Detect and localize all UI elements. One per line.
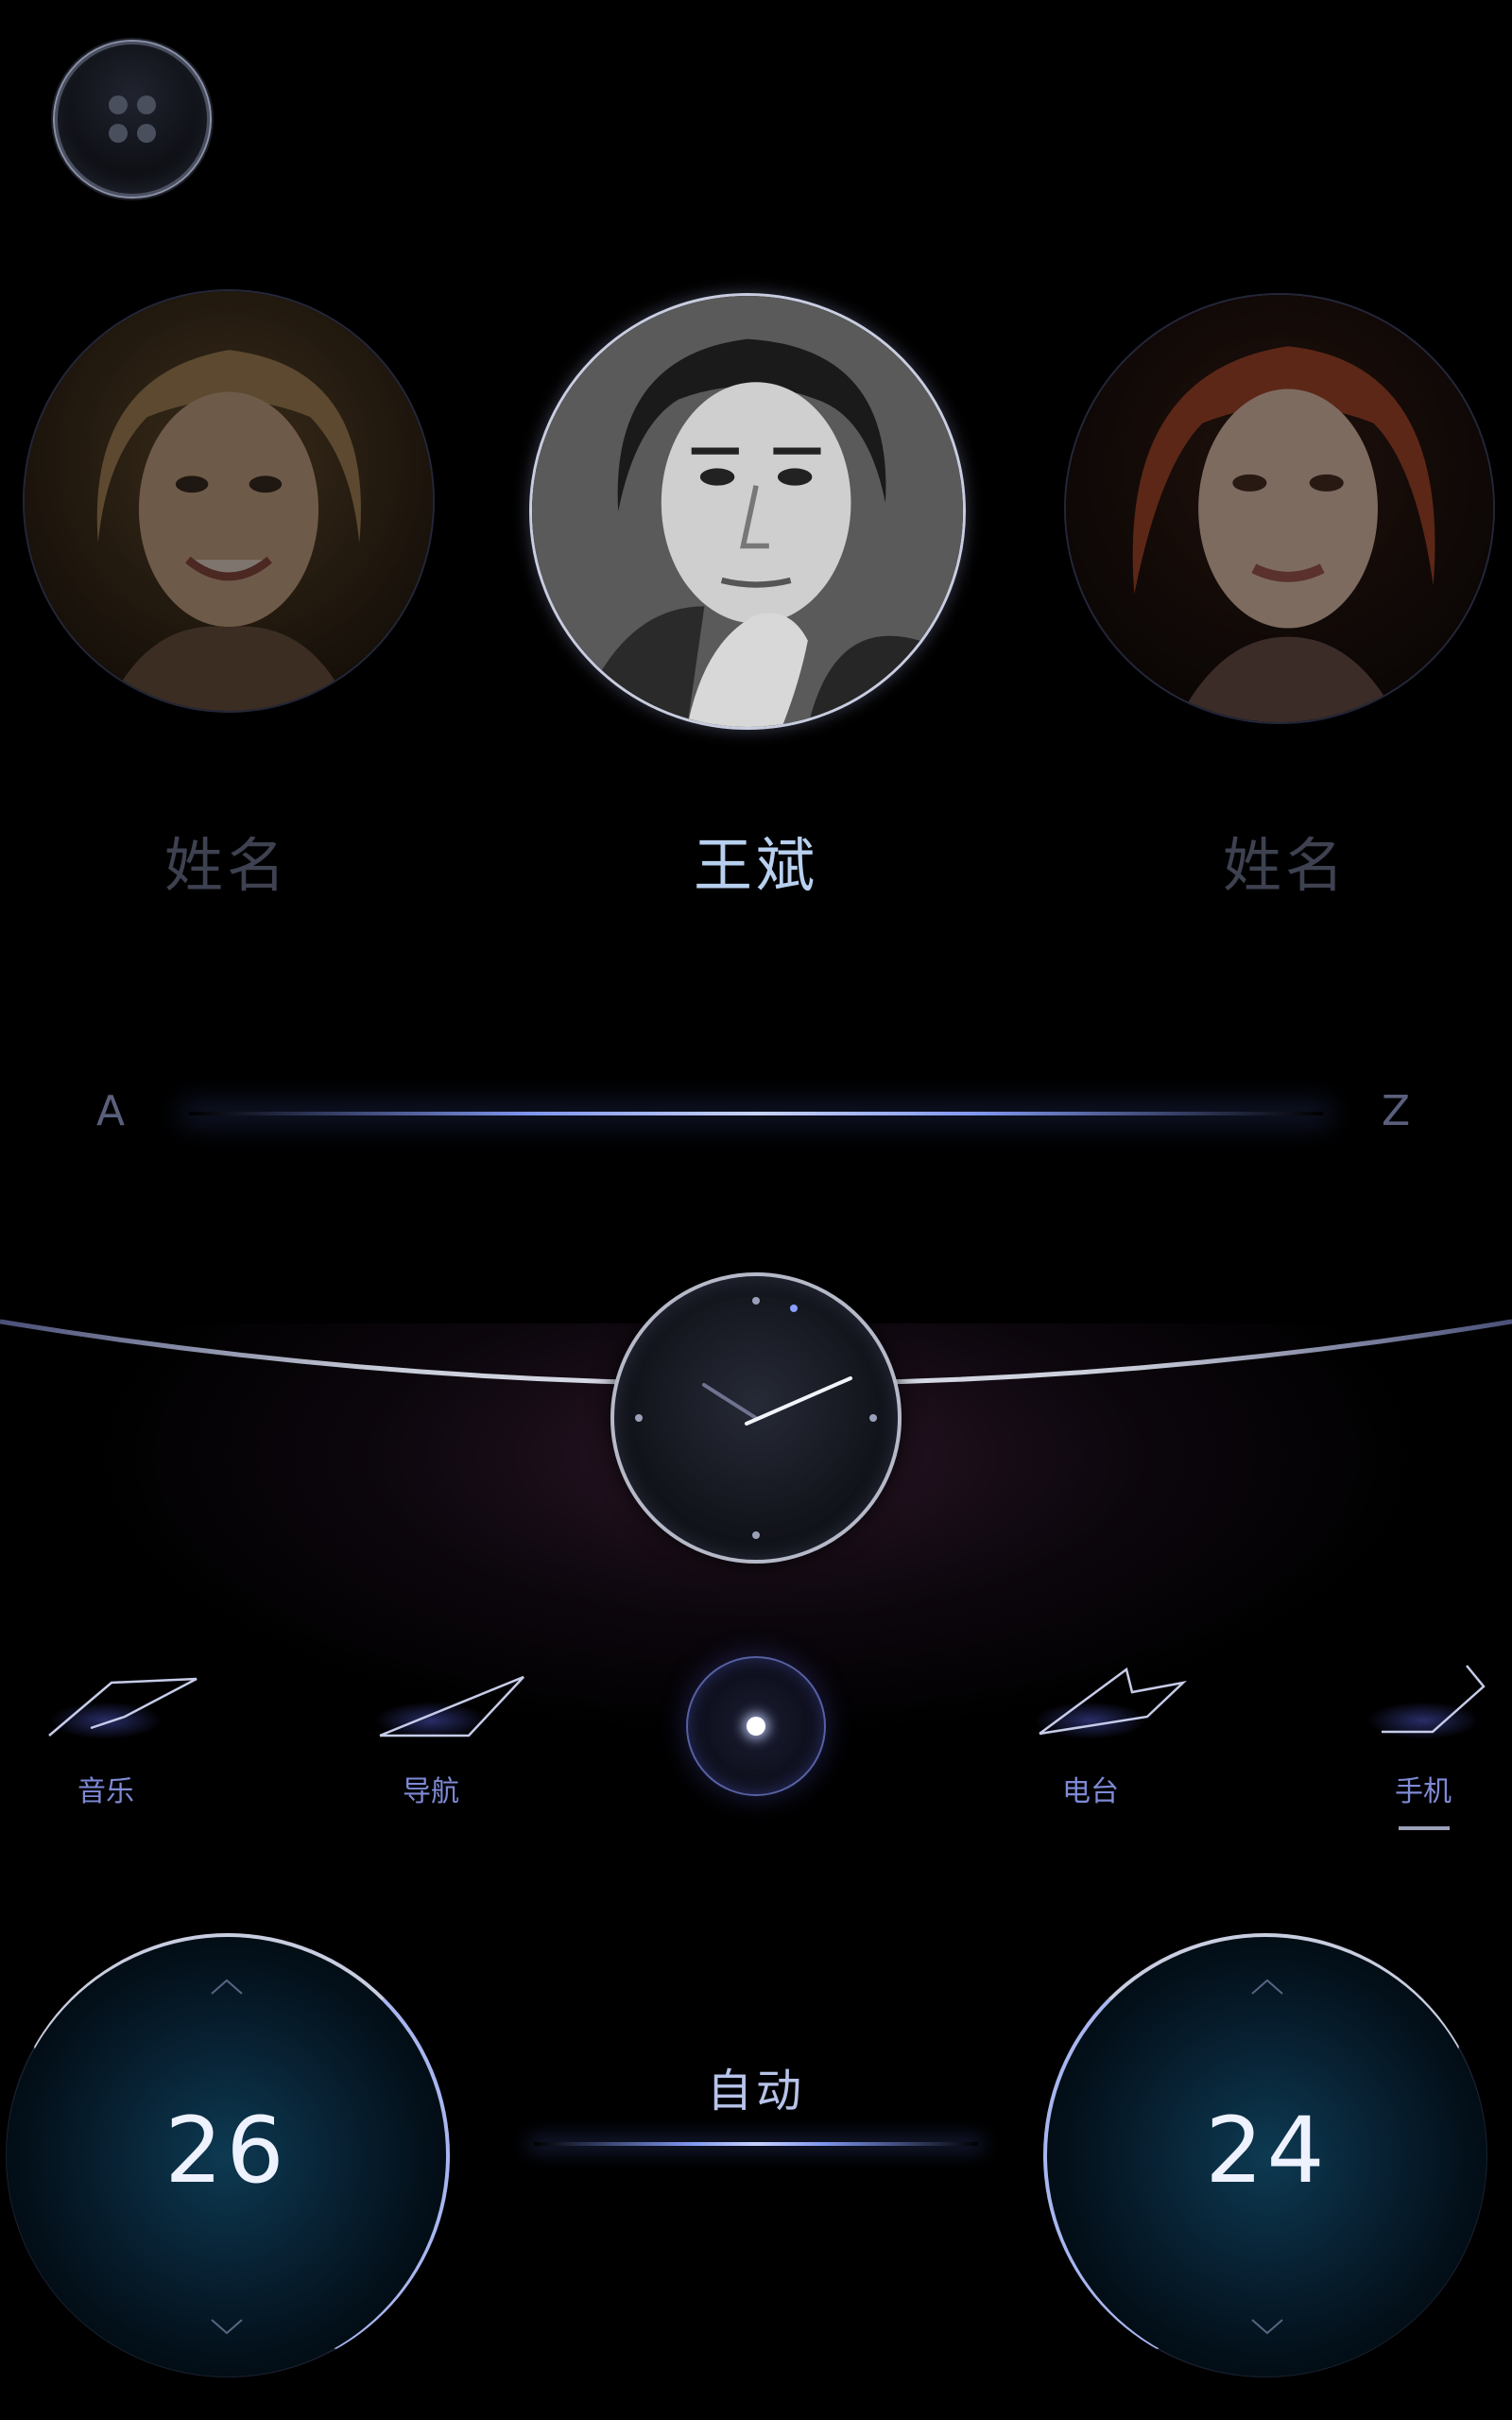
app-navigation[interactable]: 导航 [336,1645,525,1815]
home-knob[interactable] [686,1656,826,1796]
chevron-down-icon[interactable] [1248,2318,1286,2337]
left-temperature-value: 26 [164,2098,288,2204]
alphabet-start-label: A [96,1087,126,1135]
active-app-indicator [1399,1826,1450,1830]
chevron-up-icon[interactable] [208,1977,246,1996]
contact-avatar-left[interactable] [23,289,435,713]
app-radio-label: 电台 [1062,1775,1119,1808]
contact-name-left[interactable]: 姓名 [85,818,369,903]
contact-name-right[interactable]: 姓名 [1143,818,1427,903]
app-music-label: 音乐 [77,1775,134,1808]
climate-mode-bar [534,2142,978,2146]
chevron-down-icon[interactable] [208,2318,246,2337]
left-temperature-dial[interactable]: 26 [6,1933,450,2377]
climate-mode-label[interactable]: 自动 [662,2053,850,2119]
contact-avatar-selected[interactable] [529,293,966,730]
menu-button[interactable] [53,40,212,199]
right-temperature-value: 24 [1205,2098,1329,2204]
alphabet-end-label: Z [1382,1087,1411,1135]
alphabet-slider[interactable] [189,1112,1323,1115]
music-icon [48,1677,198,1737]
radio-icon [1039,1667,1187,1736]
four-dots-icon [109,95,158,145]
app-music[interactable]: 音乐 [11,1645,200,1815]
contact-avatar-right[interactable] [1064,293,1495,724]
app-phone[interactable]: 手机 [1329,1645,1512,1830]
navigation-icon [379,1675,524,1737]
right-temperature-dial[interactable]: 24 [1043,1933,1487,2377]
analog-clock[interactable] [610,1272,902,1564]
app-navigation-label: 导航 [403,1775,459,1808]
app-phone-label: 手机 [1395,1775,1452,1808]
contact-name-selected[interactable]: 王斌 [614,818,898,903]
knob-indicator-dot [747,1717,765,1736]
phone-icon [1382,1665,1486,1734]
app-radio[interactable]: 电台 [996,1645,1187,1815]
chevron-up-icon[interactable] [1248,1977,1286,1996]
